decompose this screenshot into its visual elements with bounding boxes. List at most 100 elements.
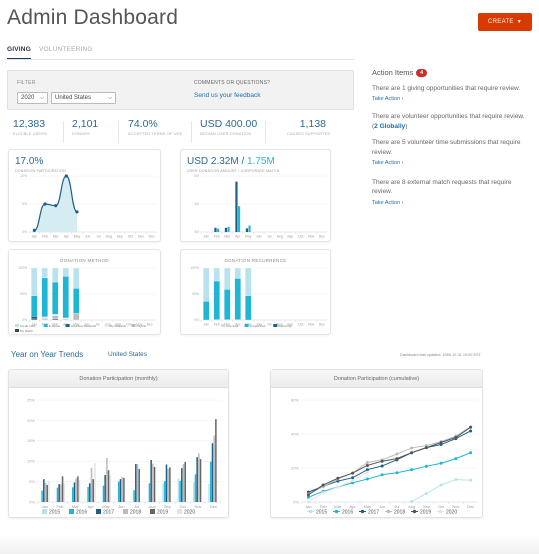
y-tick-label: 0%	[293, 499, 299, 504]
x-tick-label: Sep	[117, 234, 123, 238]
globally-link[interactable]: 2 Globally	[374, 123, 405, 130]
tab-bar: GIVING VOLUNTEERING	[7, 42, 354, 60]
bar	[208, 484, 210, 502]
bar	[199, 459, 202, 502]
bar	[179, 480, 181, 502]
bar-segment	[73, 288, 80, 314]
bar	[214, 227, 217, 232]
legend-swatch	[96, 509, 101, 514]
x-tick-label: Sep	[164, 504, 172, 509]
x-tick-label: Feb	[214, 322, 220, 326]
data-point	[351, 476, 355, 480]
bar-segment	[52, 314, 59, 316]
bar	[48, 480, 50, 502]
bar	[215, 419, 217, 502]
stat-value: 12,383	[13, 118, 46, 130]
bar-segment	[41, 318, 48, 320]
bar	[177, 478, 180, 502]
x-tick-label: Feb	[42, 234, 48, 238]
bar	[153, 466, 156, 502]
data-point	[321, 491, 325, 495]
bar	[181, 468, 183, 502]
year-select[interactable]: 2020 ⌵	[17, 92, 48, 104]
x-tick-label: Feb	[320, 504, 328, 509]
bar-segment	[245, 295, 252, 321]
legend-swatch	[131, 324, 136, 327]
y-tick-label: 25%	[27, 397, 35, 402]
bar	[133, 490, 135, 502]
x-tick-label: Nov	[452, 504, 459, 509]
divider	[191, 121, 192, 143]
cumulative-card: Donation Participation (cumulative) 0% 20…	[270, 369, 483, 518]
yoy-country-link[interactable]: United States	[108, 351, 147, 358]
legend-swatch	[104, 324, 109, 327]
data-point	[321, 483, 325, 487]
bar-segment	[245, 267, 252, 296]
bar	[184, 462, 186, 502]
tab-volunteering[interactable]: VOLUNTEERING	[39, 46, 93, 53]
data-point	[64, 174, 68, 178]
bar	[165, 464, 168, 502]
bar	[245, 228, 249, 232]
x-tick-label: Apr	[350, 504, 357, 509]
legend-label: One-time	[226, 324, 239, 328]
data-point	[306, 493, 310, 497]
legend-marker	[438, 509, 443, 514]
participation-card: 17.0% DONATION PARTICIPATION 0% 5% 10% Jan F…	[8, 149, 161, 242]
take-action-link[interactable]: Take Action ›	[372, 96, 404, 102]
action-item-text: There are 8 external match requests that…	[372, 178, 512, 196]
legend-swatch	[15, 324, 19, 327]
data-point	[454, 435, 458, 439]
bar-segment	[52, 318, 59, 321]
bar	[75, 478, 77, 502]
bar	[77, 476, 79, 502]
bar-segment	[224, 267, 231, 290]
bar	[194, 474, 197, 502]
monthly-card-title: Donation Participation (monthly)	[9, 370, 228, 388]
cumulative-card-title: Donation Participation (cumulative)	[271, 370, 482, 388]
x-tick-label: Aug	[106, 234, 112, 238]
bar	[107, 470, 110, 502]
monthly-card: Donation Participation (monthly) 0% 5% 10%…	[8, 369, 229, 518]
x-tick-label: Mar	[334, 504, 342, 509]
y-tick-label: 15%	[27, 438, 35, 443]
bar	[213, 435, 215, 502]
legend-label: 2017	[103, 510, 114, 516]
create-button[interactable]: CREATE ▼	[478, 13, 532, 31]
x-tick-label: Mar	[224, 234, 231, 238]
data-point	[410, 499, 414, 503]
action-items-count-badge: 4	[416, 68, 428, 77]
bar	[216, 228, 220, 232]
data-point	[336, 485, 340, 489]
bar	[56, 487, 59, 502]
legend-marker	[412, 509, 417, 514]
data-point	[439, 483, 443, 487]
data-point	[410, 451, 414, 455]
bar-segment	[203, 267, 210, 302]
tab-giving[interactable]: GIVING	[7, 46, 31, 59]
bar-segment	[52, 267, 59, 283]
y-tick-label: 0%	[194, 318, 199, 322]
action-item-text: There are 5 volunteer time submissions t…	[372, 139, 521, 156]
bar	[227, 226, 230, 232]
bar	[61, 476, 64, 502]
footer-band	[0, 535, 539, 554]
x-tick-label: Nov	[194, 504, 201, 509]
bar	[104, 475, 106, 502]
bar	[92, 479, 94, 502]
legend-label: 2015	[49, 510, 60, 516]
x-tick-label: Dec	[319, 234, 325, 238]
x-tick-label: Oct	[128, 234, 133, 238]
take-action-link[interactable]: Take Action ›	[372, 199, 532, 209]
bar	[44, 482, 47, 502]
x-tick-label: May	[245, 234, 252, 238]
feedback-link[interactable]: Send us your feedback	[194, 92, 261, 99]
take-action-link[interactable]: Take Action ›	[372, 159, 532, 169]
x-tick-label: Jun	[379, 504, 385, 509]
bar-segment	[62, 267, 69, 277]
y-tick-label: 100%	[18, 266, 27, 270]
bar	[87, 486, 89, 502]
data-point	[365, 470, 369, 474]
country-select[interactable]: United States ⌵	[51, 92, 116, 104]
legend-label: E-Venue	[49, 324, 61, 328]
